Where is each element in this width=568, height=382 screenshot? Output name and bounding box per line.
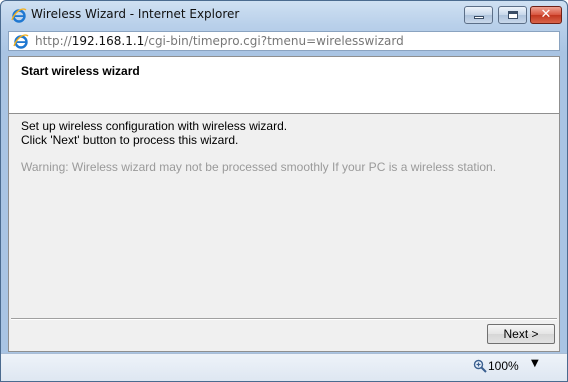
minimize-icon — [474, 16, 484, 19]
close-icon: ✕ — [540, 7, 552, 22]
url-scheme: http:// — [35, 34, 72, 48]
page-header: Start wireless wizard — [9, 57, 559, 114]
title-bar[interactable]: Wireless Wizard - Internet Explorer ✕ — [1, 1, 567, 29]
close-button[interactable]: ✕ — [530, 6, 562, 24]
description-line: Set up wireless configuration with wirel… — [21, 119, 288, 133]
zoom-magnifier-icon[interactable] — [473, 359, 487, 373]
description-line: Click 'Next' button to process this wiza… — [21, 133, 239, 147]
page-title: Start wireless wizard — [21, 64, 140, 78]
footer-divider — [11, 318, 557, 320]
minimize-button[interactable] — [464, 6, 493, 24]
ie-logo-icon — [11, 8, 27, 23]
zoom-level[interactable]: 100% — [488, 359, 519, 373]
ie-window: Wireless Wizard - Internet Explorer ✕ ht… — [0, 0, 568, 382]
page-content: Start wireless wizard Set up wireless co… — [8, 56, 560, 352]
next-button[interactable]: Next > — [487, 324, 555, 344]
zoom-dropdown-icon[interactable]: ▼ — [531, 358, 539, 369]
window-title: Wireless Wizard - Internet Explorer — [31, 7, 240, 21]
wizard-description: Set up wireless configuration with wirel… — [21, 119, 287, 147]
status-bar: 100% ▼ — [1, 353, 567, 381]
url-path: /cgi-bin/timepro.cgi?tmenu=wirelesswizar… — [144, 34, 404, 48]
url-host: 192.168.1.1 — [71, 34, 145, 48]
warning-text: Warning: Wireless wizard may not be proc… — [21, 160, 497, 174]
page-ie-icon — [13, 34, 29, 49]
maximize-icon — [508, 11, 518, 19]
address-bar[interactable]: http://192.168.1.1/cgi-bin/timepro.cgi?t… — [8, 31, 560, 51]
maximize-button[interactable] — [498, 6, 527, 24]
address-url[interactable]: http://192.168.1.1/cgi-bin/timepro.cgi?t… — [35, 34, 404, 48]
